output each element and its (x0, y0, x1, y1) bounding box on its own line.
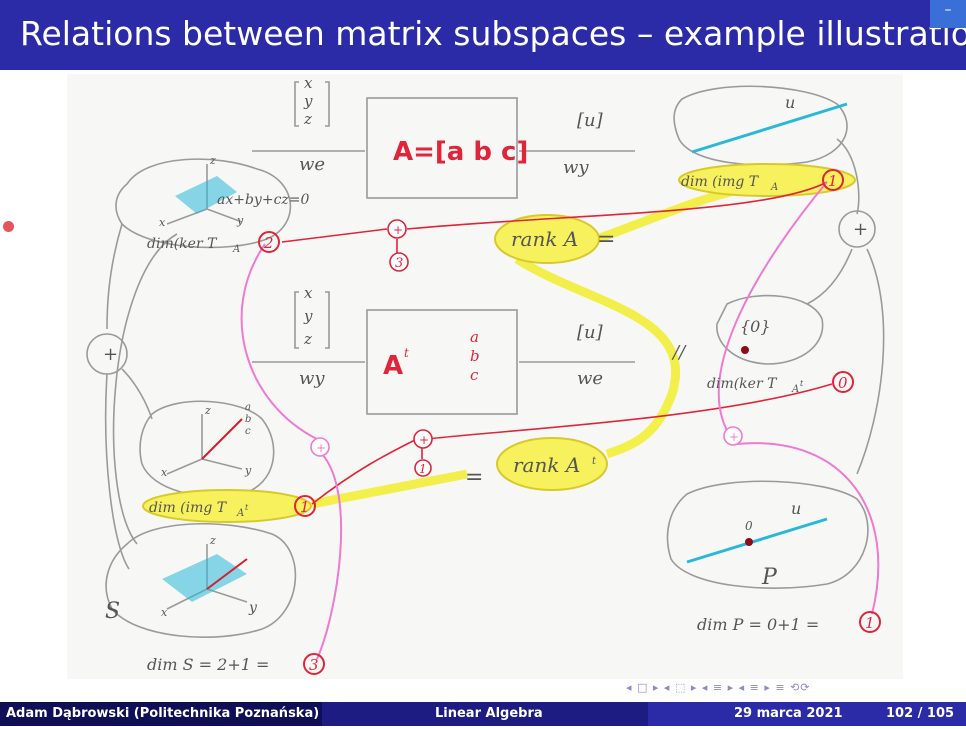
label-we-top: we (299, 154, 325, 175)
dim-ker-At-sup: t (800, 379, 804, 388)
axis-x-ker: x (159, 216, 166, 229)
footer-page: 102 / 105 (886, 706, 955, 721)
u-box-top: [u] (577, 110, 604, 131)
bullet-dot (3, 221, 14, 232)
plus-left: + (103, 344, 118, 365)
num-0: 0 (838, 374, 848, 392)
slide-title: Relations between matrix subspaces – exa… (20, 14, 966, 53)
num-2: 2 (263, 234, 274, 252)
col-b: b (470, 347, 480, 365)
eq-rankA: = (597, 227, 615, 252)
plus-P: + (729, 430, 739, 444)
sum-1: 1 (419, 462, 427, 476)
beamer-navigation[interactable]: ◂ □ ▸ ◂ ⬚ ▸ ◂ ≡ ▸ ◂ ≡ ▸ ≡ ⟲⟳ (626, 681, 956, 695)
dim-P-label: dim P = 0+1 = (697, 615, 819, 634)
dim-img-At-sub: A (236, 508, 244, 519)
num-1-A: 1 (828, 172, 838, 190)
dim-img-At-label: dim (img T (149, 500, 228, 516)
label-wy-top: wy (563, 157, 589, 178)
axis-z-ker: z (209, 154, 216, 167)
dim-ker-At-sub: A (791, 384, 799, 395)
plus-right: + (853, 219, 868, 240)
label-we-bottom: we (577, 368, 603, 389)
footer: Adam Dąbrowski (Politechnika Poznańska) … (0, 702, 966, 726)
hand-drawn-figure: x y z x y z [u] [u] we wy wy we ax+by+cz… (67, 74, 903, 679)
eq-rankAt: = (465, 465, 483, 490)
zero-point (741, 346, 749, 354)
axis-x-S: x (161, 606, 168, 619)
plus-A: + (393, 223, 403, 237)
vec2-x: x (304, 284, 313, 302)
vec2-y: y (303, 307, 313, 325)
arrow-plus-S (104, 373, 130, 570)
P-origin (745, 538, 753, 546)
S-label: S (105, 599, 120, 624)
small-col-a: a (245, 402, 251, 413)
parallel-mark: // (671, 342, 687, 363)
u-label-top: u (785, 93, 795, 112)
footer-course: Linear Algebra (435, 706, 543, 721)
matrix-A-label: A=[a b c] (393, 137, 528, 167)
vec2-z: z (303, 330, 312, 348)
zero-set: {0} (740, 317, 771, 336)
figure-svg: x y z x y z [u] [u] we wy wy we ax+by+cz… (86, 74, 885, 675)
num-1-At: 1 (300, 498, 310, 516)
axis-y-img: y (244, 464, 252, 477)
img-A-cloud (673, 85, 848, 166)
S-plane (162, 554, 247, 602)
u-label-bottom: u (791, 499, 801, 518)
minimize-button[interactable]: – (930, 0, 966, 28)
footer-author: Adam Dąbrowski (Politechnika Poznańska) (6, 706, 320, 721)
dim-S-label: dim S = 2+1 = (147, 655, 269, 674)
dim-S-result: 3 (309, 656, 319, 674)
vec-y: y (303, 92, 313, 110)
label-wy-bottom: wy (299, 368, 325, 389)
dim-ker-A-label: dim(ker T (147, 236, 218, 252)
rank-At-label: rank A (513, 453, 580, 477)
arrow-plus-P (856, 248, 885, 475)
vec-z: z (303, 110, 312, 128)
dim-P-result: 1 (865, 614, 875, 632)
axis-x-img: x (161, 466, 168, 479)
P-origin-label: 0 (745, 519, 753, 533)
col-a: a (470, 328, 479, 346)
footer-date: 29 marca 2021 (734, 706, 843, 721)
P-line (686, 517, 828, 564)
small-col-b: b (245, 414, 251, 425)
P-label: P (761, 565, 778, 590)
axis-y-ker: y (236, 214, 244, 227)
img-A-line (691, 102, 848, 154)
col-vector (201, 418, 243, 460)
plus-At: + (419, 433, 429, 447)
arrow-kerAt-plus (806, 248, 853, 305)
u-box-bottom: [u] (577, 322, 604, 343)
dim-img-A-sub: A (770, 182, 778, 193)
arrow-plus-img (121, 368, 153, 420)
small-col-c: c (245, 426, 251, 437)
dim-img-A-label: dim (img T (681, 174, 760, 190)
matrix-At-letter: A (383, 351, 403, 381)
axis-z-img: z (204, 404, 211, 417)
plus-S: + (316, 441, 326, 455)
plane-equation: ax+by+cz=0 (217, 192, 310, 208)
title-bar: Relations between matrix subspaces – exa… (0, 0, 966, 70)
yellow-link-mid (514, 255, 680, 459)
red-ker-At-plus (426, 383, 833, 440)
footer-author-cell: Adam Dąbrowski (Politechnika Poznańska) (0, 702, 322, 726)
matrix-At-sup: t (404, 346, 409, 360)
axis-y-S: y (248, 600, 258, 616)
sum-3: 3 (395, 256, 403, 271)
arrow-ker-plus (106, 223, 123, 330)
dim-ker-At-label: dim(ker T (707, 376, 778, 392)
red-2-to-plus (281, 228, 388, 243)
footer-course-cell: Linear Algebra (322, 702, 648, 726)
vec-x: x (304, 74, 313, 92)
col-c: c (470, 366, 479, 384)
footer-date-cell: 29 marca 2021 102 / 105 (648, 702, 966, 726)
dim-ker-A-sub: A (232, 244, 240, 255)
rank-A-label: rank A (511, 227, 578, 251)
pink-imgA-to-plusP (717, 181, 828, 440)
axis-z-S: z (209, 534, 216, 547)
